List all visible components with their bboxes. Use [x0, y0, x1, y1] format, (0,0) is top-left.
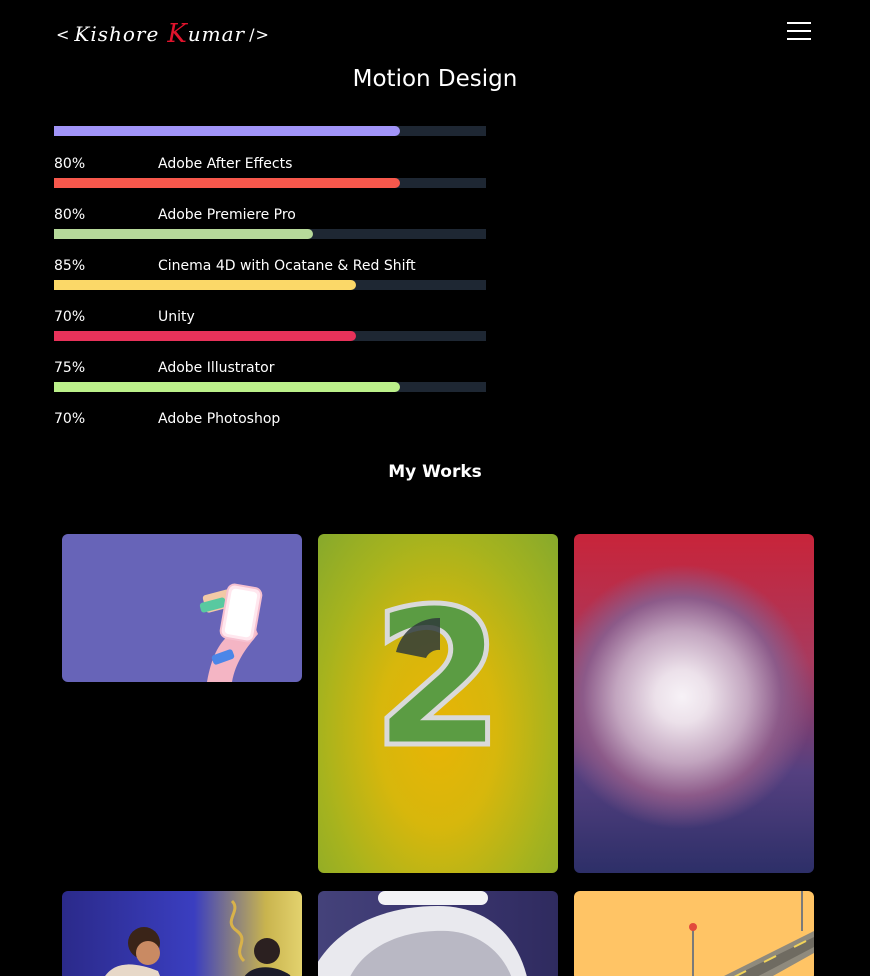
- menu-line: [787, 30, 811, 32]
- work-card-number-two[interactable]: 2: [318, 534, 558, 873]
- work-card-road-scene[interactable]: [574, 891, 814, 976]
- skill-bar: [54, 331, 486, 341]
- logo-initial: K: [167, 19, 188, 49]
- menu-line: [787, 22, 811, 24]
- skill-name: Adobe Premiere Pro: [158, 207, 296, 223]
- logo-open-bracket: <: [56, 24, 71, 44]
- skill-bar: [54, 126, 486, 136]
- skill-bar-fill: [54, 382, 400, 392]
- logo-close-bracket: />: [249, 24, 270, 44]
- skill-bar: [54, 382, 486, 392]
- robot-head-image: [318, 891, 527, 976]
- work-card-robot-head[interactable]: [318, 891, 558, 976]
- skill-bar: [54, 280, 486, 290]
- skill-bar-fill: [54, 126, 400, 136]
- section-title-motion-design: Motion Design: [352, 66, 518, 92]
- skill-name: Cinema 4D with Ocatane & Red Shift: [158, 258, 416, 274]
- skill-bar-fill: [54, 229, 314, 239]
- skill-percent: 75%: [54, 360, 86, 376]
- number-two-image: 2: [369, 566, 506, 792]
- menu-line: [787, 38, 811, 40]
- skill-percent: 70%: [54, 309, 86, 325]
- logo[interactable]: < Kishore Kumar />: [52, 14, 274, 54]
- work-card-gradient-orb[interactable]: [574, 534, 814, 873]
- work-card-people[interactable]: [62, 891, 302, 976]
- skill-name: Adobe Photoshop: [158, 411, 281, 427]
- logo-last-name: umar: [187, 22, 246, 46]
- skill-name: Adobe After Effects: [158, 156, 293, 172]
- skill-bar-fill: [54, 331, 357, 341]
- skill-percent: 70%: [54, 411, 86, 427]
- hamburger-menu-icon[interactable]: [787, 20, 811, 42]
- skill-percent: 80%: [54, 156, 86, 172]
- people-image: [105, 899, 291, 976]
- skill-bar: [54, 178, 486, 188]
- phone-hand-image: [199, 583, 263, 682]
- skill-percent: 80%: [54, 207, 86, 223]
- skill-percent: 85%: [54, 258, 86, 274]
- skill-name: Adobe Illustrator: [158, 360, 275, 376]
- road-scene-image: [689, 891, 814, 976]
- logo-first-name: Kishore: [74, 22, 160, 46]
- skill-bar-fill: [54, 280, 357, 290]
- skill-name: Unity: [158, 309, 195, 325]
- skill-bar-fill: [54, 178, 400, 188]
- work-card-phone-hand[interactable]: [62, 534, 302, 682]
- section-title-my-works: My Works: [388, 462, 482, 482]
- skill-bar: [54, 229, 486, 239]
- svg-text:2: 2: [372, 568, 504, 789]
